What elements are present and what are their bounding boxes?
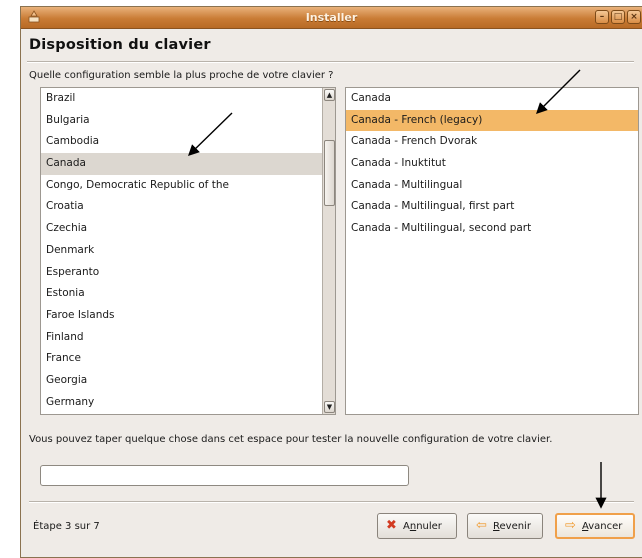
cancel-label: Annuler [403, 520, 442, 532]
country-list-item[interactable]: Czechia [41, 218, 335, 240]
scroll-down-icon[interactable]: ▼ [324, 401, 335, 413]
scroll-up-icon[interactable]: ▲ [324, 89, 335, 101]
step-indicator: Étape 3 sur 7 [33, 521, 100, 532]
country-list-item[interactable]: Finland [41, 327, 335, 349]
installer-window: Installer – □ × Disposition du clavier Q… [20, 6, 642, 558]
maximize-icon[interactable]: □ [611, 10, 625, 24]
country-list-item[interactable]: Cambodia [41, 131, 335, 153]
country-list-item[interactable]: Bulgaria [41, 110, 335, 132]
forward-arrow-icon: ⇨ [565, 518, 576, 533]
country-list[interactable]: Brazil Bulgaria Cambodia Canada Congo, Democ… [40, 87, 336, 415]
close-icon[interactable]: × [627, 10, 641, 24]
next-label: Avancer [582, 520, 623, 532]
back-arrow-icon: ⇦ [476, 518, 487, 533]
cancel-button[interactable]: ✖ Annuler [377, 513, 457, 539]
keyboard-test-input[interactable] [40, 465, 409, 486]
back-label: Revenir [493, 520, 531, 532]
cancel-x-icon: ✖ [386, 518, 397, 533]
minimize-icon[interactable]: – [595, 10, 609, 24]
layout-question: Quelle configuration semble la plus proc… [29, 70, 334, 81]
country-list-item[interactable]: Congo, Democratic Republic of the [41, 175, 335, 197]
variant-list-item[interactable]: Canada - Multilingual, first part [346, 196, 638, 218]
page-title: Disposition du clavier [29, 37, 211, 53]
test-hint: Vous pouvez taper quelque chose dans cet… [29, 434, 553, 445]
country-list-item[interactable]: Georgia [41, 370, 335, 392]
next-button[interactable]: ⇨ Avancer [555, 513, 635, 539]
variant-list-item[interactable]: Canada - Multilingual [346, 175, 638, 197]
country-list-item[interactable]: Brazil [41, 88, 335, 110]
country-list-item[interactable]: Faroe Islands [41, 305, 335, 327]
header-divider [27, 61, 634, 63]
country-list-item[interactable]: Esperanto [41, 262, 335, 284]
country-list-item[interactable]: Denmark [41, 240, 335, 262]
country-list-scrollbar[interactable]: ▲ ▼ [322, 88, 335, 414]
title-bar[interactable]: Installer – □ × [21, 7, 642, 29]
variant-list-item[interactable]: Canada [346, 88, 638, 110]
variant-list-item[interactable]: Canada - Multilingual, second part [346, 218, 638, 240]
country-list-item[interactable]: Croatia [41, 196, 335, 218]
variant-list-item[interactable]: Canada - French (legacy) [346, 109, 638, 132]
variant-list-item[interactable]: Canada - French Dvorak [346, 131, 638, 153]
country-list-item[interactable]: Estonia [41, 283, 335, 305]
variant-list[interactable]: Canada Canada - French (legacy) Canada - F… [345, 87, 639, 415]
variant-list-item[interactable]: Canada - Inuktitut [346, 153, 638, 175]
footer-divider [29, 501, 634, 503]
window-title: Installer [305, 11, 358, 24]
country-list-item[interactable]: Germany [41, 392, 335, 414]
back-button[interactable]: ⇦ Revenir [467, 513, 543, 539]
country-list-item[interactable]: France [41, 348, 335, 370]
scroll-thumb[interactable] [324, 140, 335, 206]
country-list-item[interactable]: Canada [41, 153, 335, 175]
